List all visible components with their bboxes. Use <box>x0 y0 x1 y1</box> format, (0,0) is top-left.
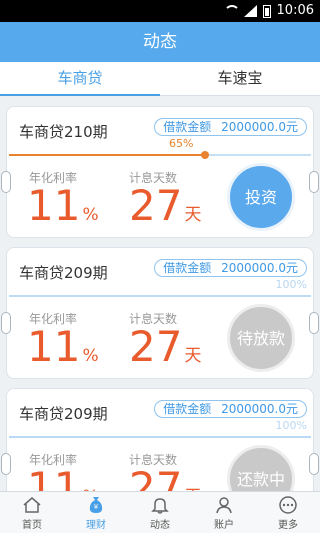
pull-handle-icon <box>1 453 11 475</box>
amount-badge: 借款金额 2000000.0元 <box>154 118 307 136</box>
progress-fill <box>9 295 311 297</box>
rate-unit: % <box>82 346 99 366</box>
user-icon <box>216 497 232 514</box>
pending-loan-button[interactable]: 待放款 <box>227 304 295 372</box>
page-title: 动态 <box>0 22 320 62</box>
days-value-wrap: 27天 <box>129 324 201 379</box>
days-unit: 天 <box>184 205 202 225</box>
tab-chesubao[interactable]: 车速宝 <box>160 62 320 95</box>
amount-value: 2000000.0元 <box>221 402 298 416</box>
nav-activity[interactable]: 动态 <box>128 492 192 533</box>
rate-value-wrap: 11% <box>27 324 99 379</box>
amount-label: 借款金额 <box>163 402 212 416</box>
rate-value: 11 <box>27 322 81 371</box>
progress-fill <box>9 436 311 438</box>
amount-value: 2000000.0元 <box>221 261 298 275</box>
nav-label: 账户 <box>214 520 234 531</box>
progress-bar <box>9 151 311 159</box>
status-icons: 10:06 <box>223 3 314 19</box>
progress-percent: 65% <box>169 137 194 150</box>
money-bag-icon: ¥ <box>89 497 103 513</box>
days-unit: 天 <box>184 346 202 366</box>
progress-percent: 100% <box>275 419 307 432</box>
progress-bar <box>9 436 311 438</box>
home-icon <box>23 497 41 513</box>
status-bar: 10:06 <box>0 0 320 22</box>
loan-list: 车商贷210期 借款金额 2000000.0元 65% 年化利率 计息天数 11… <box>0 96 320 491</box>
nav-label: 动态 <box>150 520 170 531</box>
nav-more[interactable]: 更多 <box>256 492 320 533</box>
amount-value: 2000000.0元 <box>221 120 298 134</box>
tab-bar: 车商贷 车速宝 <box>0 62 320 96</box>
bottom-nav: 首页 ¥ 理财 动态 账户 更多 <box>0 491 320 533</box>
rate-value: 11 <box>27 463 81 492</box>
progress-percent: 100% <box>275 278 307 291</box>
battery-icon <box>262 4 271 18</box>
status-time: 10:06 <box>276 3 314 18</box>
nav-finance[interactable]: ¥ 理财 <box>64 492 128 533</box>
amount-label: 借款金额 <box>163 261 212 275</box>
nav-home[interactable]: 首页 <box>0 492 64 533</box>
nav-account[interactable]: 账户 <box>192 492 256 533</box>
loan-card[interactable]: 车商贷209期 借款金额 2000000.0元 100% 年化利率 计息天数 1… <box>1 388 319 492</box>
progress-bar <box>9 295 311 297</box>
progress-knob <box>201 151 210 159</box>
nav-label: 更多 <box>278 520 298 531</box>
wifi-icon <box>223 5 237 17</box>
loan-title: 车商贷210期 <box>19 123 108 141</box>
repaying-button[interactable]: 还款中 <box>227 445 295 491</box>
rate-unit: % <box>82 205 99 225</box>
amount-badge: 借款金额 2000000.0元 <box>154 259 307 277</box>
bell-icon <box>151 498 169 514</box>
days-value: 27 <box>129 463 183 492</box>
invest-button[interactable]: 投资 <box>227 163 295 231</box>
loan-card[interactable]: 车商贷210期 借款金额 2000000.0元 65% 年化利率 计息天数 11… <box>1 106 319 238</box>
rate-value: 11 <box>27 181 81 230</box>
pull-handle-icon <box>309 312 319 334</box>
days-value-wrap: 27天 <box>129 183 201 238</box>
days-value: 27 <box>129 181 183 230</box>
svg-text:¥: ¥ <box>94 503 99 511</box>
amount-label: 借款金额 <box>163 120 212 134</box>
signal-icon <box>243 5 257 17</box>
pull-handle-icon <box>1 312 11 334</box>
more-icon <box>279 496 297 514</box>
loan-title: 车商贷209期 <box>19 264 108 282</box>
amount-badge: 借款金额 2000000.0元 <box>154 400 307 418</box>
nav-label: 首页 <box>22 520 42 531</box>
pull-handle-icon <box>309 171 319 193</box>
pull-handle-icon <box>309 453 319 475</box>
days-value: 27 <box>129 322 183 371</box>
pull-handle-icon <box>1 171 11 193</box>
days-value-wrap: 27天 <box>129 463 201 492</box>
progress-fill <box>9 154 206 156</box>
tab-cheshangdai[interactable]: 车商贷 <box>0 62 160 96</box>
rate-value-wrap: 11% <box>27 183 99 238</box>
rate-value-wrap: 11% <box>27 463 99 492</box>
loan-card[interactable]: 车商贷209期 借款金额 2000000.0元 100% 年化利率 计息天数 1… <box>1 247 319 379</box>
nav-label: 理财 <box>86 520 106 531</box>
loan-title: 车商贷209期 <box>19 405 108 423</box>
